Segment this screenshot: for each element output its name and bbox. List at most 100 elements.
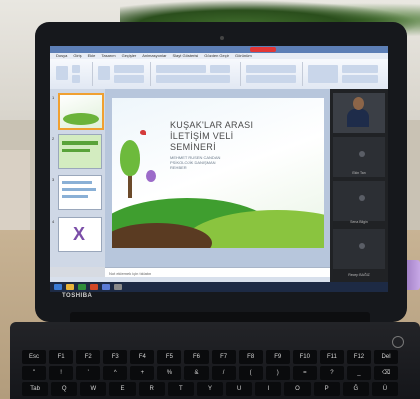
app-icon[interactable]	[114, 284, 122, 290]
power-button[interactable]	[392, 336, 404, 348]
keyboard-key[interactable]: F10	[292, 350, 317, 364]
font-style-buttons[interactable]	[156, 75, 230, 83]
font-size-select[interactable]	[210, 65, 230, 73]
thumb-number: 4	[52, 219, 55, 224]
keyboard-key[interactable]: F2	[76, 350, 101, 364]
person-torso	[347, 109, 369, 127]
slide-subtitle: MEHMET RUSEN CANDAN PSİKOLOJİK DANIŞMAN …	[170, 155, 290, 170]
slide-title: KUŞAK'LAR ARASI İLETİŞİM VELİ SEMİNERİ	[170, 120, 320, 153]
keyboard-key[interactable]: F9	[265, 350, 290, 364]
keyboard-key[interactable]: =	[292, 366, 317, 380]
participant-video	[347, 97, 369, 127]
start-icon[interactable]	[54, 284, 62, 290]
slide-thumbnail-2[interactable]	[58, 134, 102, 169]
taskbar	[50, 282, 388, 292]
keyboard-key[interactable]: !	[49, 366, 74, 380]
keyboard-key[interactable]: _	[346, 366, 372, 380]
keyboard-key[interactable]: '	[76, 366, 101, 380]
keyboard-key[interactable]: F1	[49, 350, 74, 364]
keyboard-key[interactable]: )	[265, 366, 290, 380]
slide-thumbnail-3[interactable]	[58, 175, 102, 210]
powerpoint-icon[interactable]	[90, 284, 98, 290]
keyboard-key[interactable]: R	[138, 382, 165, 396]
keyboard-key[interactable]: ?	[319, 366, 344, 380]
participant-name: Sena Bilgin	[350, 220, 368, 224]
thumb-number: 2	[52, 136, 55, 141]
cut-icon[interactable]	[72, 65, 80, 73]
ribbon	[50, 59, 388, 90]
person-head	[353, 97, 364, 110]
keyboard-key[interactable]: F4	[130, 350, 155, 364]
participant-name: Recep BAĞIZ	[348, 273, 370, 277]
keyboard-key[interactable]: &	[184, 366, 209, 380]
keyboard-key[interactable]: (	[238, 366, 263, 380]
layout-button[interactable]	[114, 65, 144, 73]
window-titlebar	[50, 46, 388, 53]
participant-tile-1[interactable]	[333, 93, 385, 133]
keyboard-key[interactable]: "	[22, 366, 47, 380]
keyboard-key[interactable]: F8	[238, 350, 263, 364]
arrange-button[interactable]	[342, 65, 378, 73]
keyboard-key[interactable]: E	[109, 382, 136, 396]
copy-icon[interactable]	[72, 75, 80, 83]
thumb-number: 3	[52, 177, 55, 182]
keyboard-key[interactable]: Ğ	[342, 382, 369, 396]
keyboard-key[interactable]: Ü	[371, 382, 399, 396]
reset-button[interactable]	[114, 75, 144, 83]
keyboard-key[interactable]: Del	[374, 350, 399, 364]
keyboard-row-1: Esc F1 F2 F3 F4 F5 F6 F7 F8 F9 F10 F11 F12 Del	[22, 350, 399, 364]
tree-trunk	[128, 173, 132, 198]
keyboard-key[interactable]: I	[255, 382, 282, 396]
keyboard-key[interactable]: W	[80, 382, 107, 396]
keyboard-row-2: "! ' ^ +% & /() =? _ ⌫	[22, 366, 399, 380]
keyboard-key[interactable]: T	[167, 382, 194, 396]
keyboard-key[interactable]: ^	[103, 366, 128, 380]
font-select[interactable]	[156, 65, 206, 73]
thumb-text-line	[62, 181, 92, 184]
browser-icon[interactable]	[78, 284, 86, 290]
keyboard-key[interactable]: F6	[184, 350, 209, 364]
keyboard-key[interactable]: Y	[196, 382, 224, 396]
keyboard-key[interactable]: Q	[51, 382, 78, 396]
thumb-number: 1	[52, 95, 55, 100]
slide-thumbnail-1[interactable]	[58, 93, 104, 130]
keyboard-key[interactable]: P	[313, 382, 340, 396]
thumb-text-line	[62, 141, 98, 145]
keyboard-key[interactable]: /	[211, 366, 236, 380]
keyboard-key[interactable]: F11	[319, 350, 344, 364]
list-buttons[interactable]	[246, 65, 296, 73]
keyboard-key[interactable]: U	[226, 382, 253, 396]
keyboard-key[interactable]: O	[284, 382, 311, 396]
quick-styles-button[interactable]	[342, 75, 378, 83]
participant-tile-3[interactable]	[333, 181, 385, 221]
webcam	[220, 36, 224, 40]
bird	[140, 130, 146, 135]
explorer-icon[interactable]	[66, 284, 74, 290]
laptop-brand: TOSHIBA	[62, 293, 93, 299]
keyboard-key[interactable]: Esc	[22, 350, 47, 364]
keyboard-key[interactable]: Tab	[22, 382, 49, 396]
keyboard-key[interactable]: F12	[346, 350, 372, 364]
keyboard-key[interactable]: +	[130, 366, 155, 380]
avatar-icon	[359, 151, 365, 157]
participant-tile-4[interactable]	[333, 229, 385, 269]
keyboard-key[interactable]: F3	[103, 350, 128, 364]
keyboard-key[interactable]: ⌫	[374, 366, 399, 380]
paste-icon[interactable]	[56, 66, 68, 80]
slide-thumbnail-4[interactable]: X	[58, 217, 102, 252]
record-indicator[interactable]	[250, 47, 276, 52]
thumb-text-line	[62, 149, 90, 152]
slide-thumbnail-pane: 1 2 3 4 X	[50, 89, 105, 267]
thumb-hill	[63, 113, 99, 125]
align-buttons[interactable]	[246, 75, 296, 83]
meeting-app-icon[interactable]	[102, 284, 110, 290]
new-slide-icon[interactable]	[98, 66, 110, 80]
ribbon-group-slides	[94, 62, 151, 86]
keyboard-key[interactable]: F5	[157, 350, 182, 364]
current-slide[interactable]: KUŞAK'LAR ARASI İLETİŞİM VELİ SEMİNERİ M…	[112, 98, 324, 248]
shapes-gallery[interactable]	[308, 65, 338, 83]
keyboard-key[interactable]: F7	[211, 350, 236, 364]
ribbon-group-clipboard	[52, 62, 93, 86]
keyboard-key[interactable]: %	[157, 366, 182, 380]
participant-name: Ekin Tan	[352, 171, 366, 175]
